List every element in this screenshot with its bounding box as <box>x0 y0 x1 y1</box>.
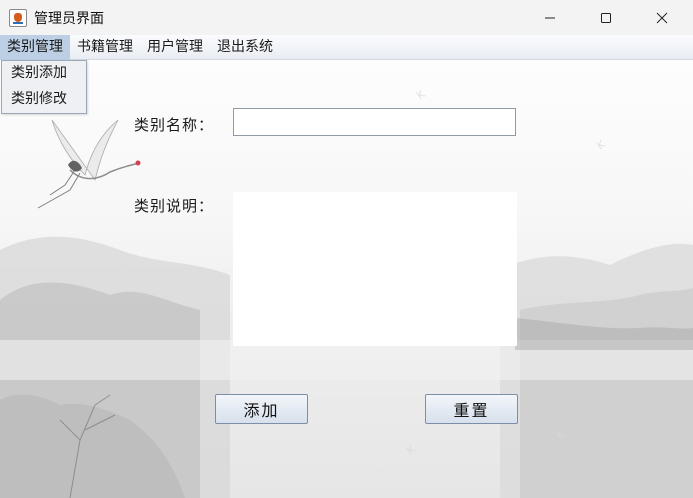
minimize-icon <box>545 17 555 18</box>
close-icon <box>656 12 668 23</box>
menu-book-management[interactable]: 书籍管理 <box>70 35 140 60</box>
svg-text:K: K <box>404 442 418 457</box>
category-name-label: 类别名称： <box>134 116 215 134</box>
maximize-icon <box>601 12 611 23</box>
window-title: 管理员界面 <box>34 10 104 27</box>
add-button[interactable]: 添加 <box>215 394 308 424</box>
svg-text:K: K <box>414 87 428 102</box>
menu-exit-system[interactable]: 退出系统 <box>210 35 280 60</box>
title-bar: 管理员界面 <box>0 0 693 35</box>
menu-bar: 类别管理 书籍管理 用户管理 退出系统 <box>0 34 693 60</box>
java-cup-icon <box>9 8 27 27</box>
category-dropdown-menu: 类别添加 类别修改 <box>1 60 87 114</box>
category-description-label: 类别说明： <box>134 197 215 215</box>
menu-item-category-add[interactable]: 类别添加 <box>2 61 86 86</box>
category-description-textarea[interactable] <box>233 192 517 346</box>
maximize-button[interactable] <box>578 0 634 35</box>
close-button[interactable] <box>634 0 690 35</box>
svg-text:K: K <box>594 137 608 152</box>
crane-illustration <box>37 119 141 209</box>
category-name-input[interactable] <box>233 108 516 136</box>
menu-user-management[interactable]: 用户管理 <box>140 35 210 60</box>
reset-button[interactable]: 重置 <box>425 394 518 424</box>
menu-item-category-edit[interactable]: 类别修改 <box>2 87 86 112</box>
minimize-button[interactable] <box>522 0 578 35</box>
menu-category-management[interactable]: 类别管理 <box>0 34 70 60</box>
